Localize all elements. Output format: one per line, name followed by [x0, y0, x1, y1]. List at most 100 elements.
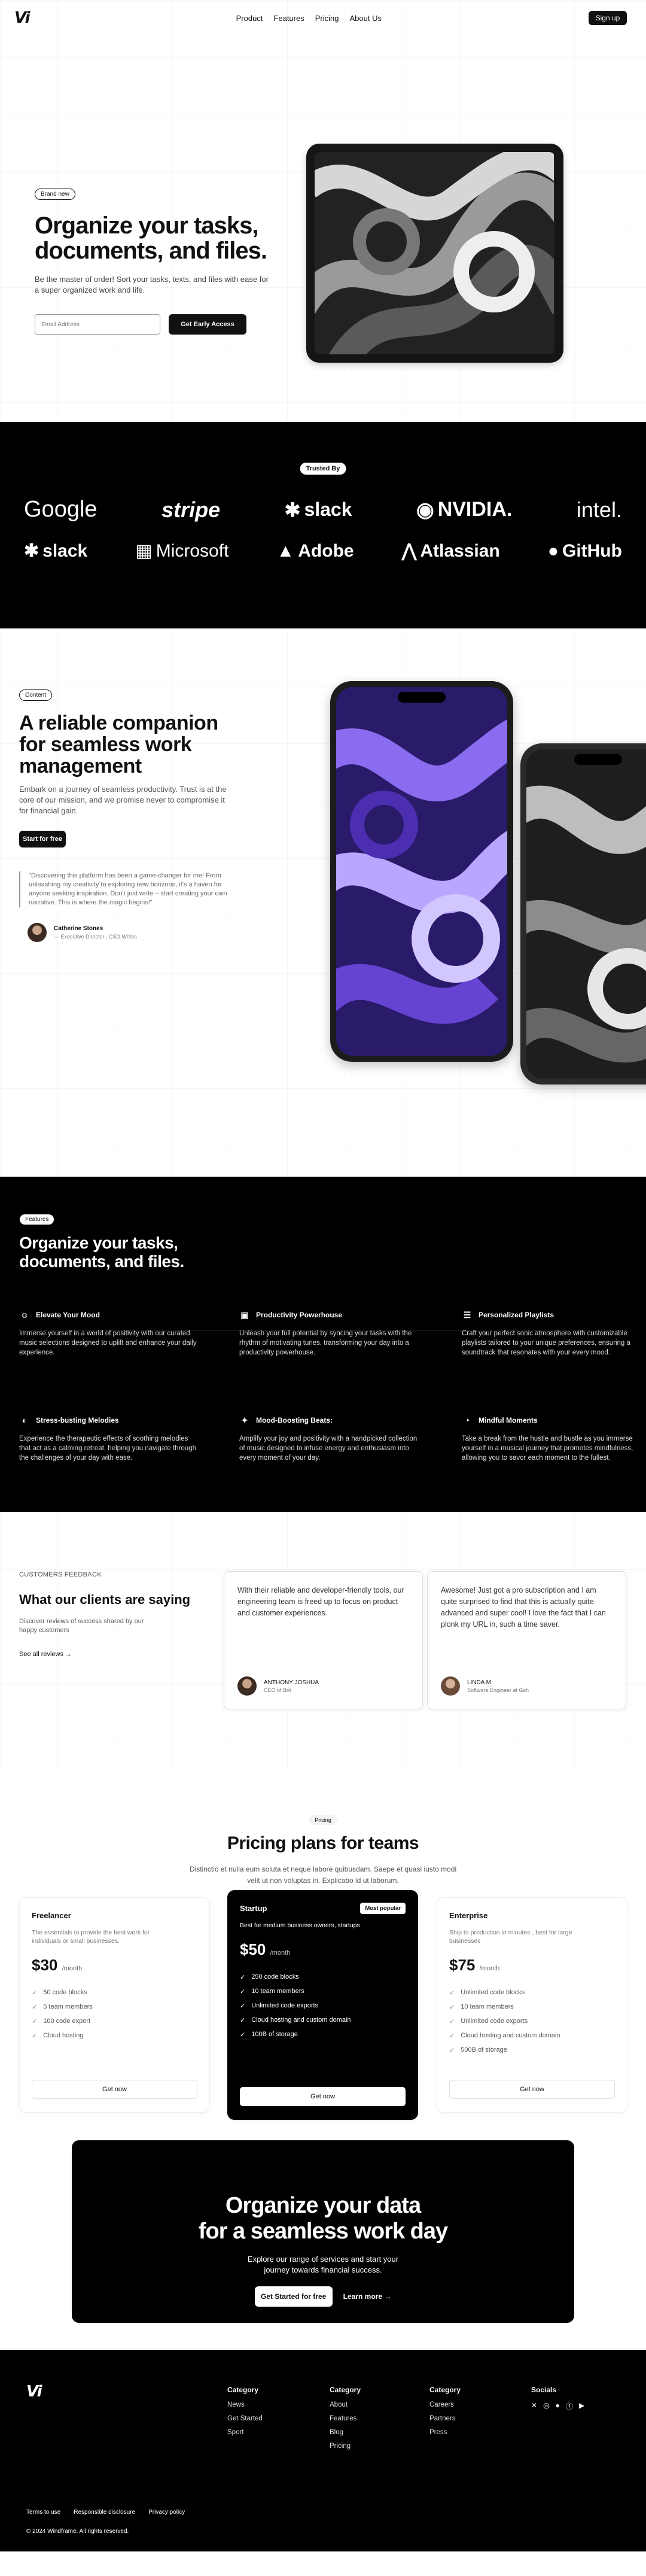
- features-title: Organize your tasks, documents, and file…: [19, 1234, 184, 1271]
- check-icon: ✓: [449, 2046, 455, 2054]
- feature-item: ✦ Mood-Boosting Beats: Amplify your joy a…: [239, 1415, 418, 1462]
- testimonials-description: Discover reviews of success shared by ou…: [19, 1618, 144, 1634]
- nvidia-logo: ◉ NVIDIA.: [416, 498, 513, 521]
- plan-price: $50 /month: [240, 1940, 291, 1958]
- review-card: With their reliable and developer-friend…: [224, 1571, 423, 1709]
- check-icon: ✓: [449, 2003, 455, 2011]
- footer-logo[interactable]: Vi: [26, 2383, 42, 2401]
- phone-image-purple: [330, 681, 513, 1062]
- nav-link-features[interactable]: Features: [273, 14, 304, 23]
- see-all-reviews-link[interactable]: See all reviews →: [19, 1651, 72, 1658]
- pricing-badge: Pricing: [309, 1815, 337, 1825]
- reviewer-role: CEO of Brit: [264, 1687, 291, 1693]
- stripe-logo: stripe: [162, 497, 221, 522]
- plan-features: ✓ Unlimited code blocks ✓ 10 team members …: [449, 1985, 615, 2057]
- footer-link[interactable]: About: [330, 2401, 361, 2415]
- phone-image-gray: [520, 743, 646, 1085]
- plan-card-enterprise: Enterprise Ship to production in minutes…: [437, 1897, 627, 2113]
- feature-item: ◔ Mindful Moments Take a break from the h…: [462, 1415, 633, 1462]
- github-logo: ● GitHub: [547, 540, 622, 561]
- atlassian-icon: ⋀: [401, 541, 417, 561]
- email-input[interactable]: [35, 314, 160, 335]
- logos-row-1: Google stripe ✱ slack ◉ NVIDIA. intel.: [24, 497, 622, 523]
- testimonials-title: What our clients are saying: [19, 1592, 191, 1607]
- playlist-icon: ☰: [463, 1310, 471, 1320]
- start-for-free-button[interactable]: Start for free: [19, 831, 66, 847]
- facebook-icon[interactable]: ⓕ: [566, 2401, 573, 2411]
- nav-link-about[interactable]: About Us: [349, 14, 381, 23]
- signup-button[interactable]: Sign up: [589, 11, 627, 25]
- github-icon[interactable]: ●: [556, 2401, 560, 2411]
- plan-card-freelancer: Freelancer The essentials to provide the…: [19, 1897, 210, 2113]
- footer-link[interactable]: Partners: [429, 2415, 461, 2429]
- footer-link[interactable]: Sport: [227, 2429, 263, 2443]
- footer-link[interactable]: Blog: [330, 2429, 361, 2443]
- plan-feature: ✓ Cloud hosting and custom domain: [240, 2016, 351, 2024]
- microsoft-logo: ▦ Microsoft: [135, 540, 229, 561]
- plan-feature: ✓ 100 code export: [32, 2018, 91, 2025]
- plan-features: ✓ 50 code blocks ✓ 5 team members ✓ 100 cod…: [32, 1985, 197, 2043]
- plan-feature: ✓ Unlimited code exports: [240, 2002, 319, 2010]
- footer-link[interactable]: Pricing: [330, 2443, 361, 2456]
- youtube-icon[interactable]: ▶: [579, 2401, 584, 2411]
- reviewer-name: LINDA M.: [467, 1679, 493, 1686]
- windows-icon: ▦: [135, 541, 153, 561]
- privacy-link[interactable]: Privacy policy: [148, 2509, 185, 2516]
- companion-description: Embark on a journey of seamless producti…: [19, 785, 227, 815]
- adobe-icon: ▲: [276, 540, 295, 561]
- plan-card-startup: Startup Most popular Best for medium bus…: [227, 1890, 418, 2120]
- check-icon: ✓: [240, 2002, 246, 2010]
- pricing-description: Distinctio et nulla eum soluta et neque …: [189, 1865, 457, 1885]
- get-now-button[interactable]: Get now: [240, 2087, 406, 2106]
- review-text: Awesome! Just got a pro subscription and…: [441, 1586, 606, 1629]
- footer-link[interactable]: Press: [429, 2429, 461, 2443]
- terms-link[interactable]: Terms to use: [26, 2509, 60, 2516]
- footer-column: Category News Get Started Sport: [227, 2386, 263, 2443]
- plan-feature: ✓ Cloud hosting and custom domain: [449, 2032, 560, 2040]
- check-icon: ✓: [32, 2003, 38, 2011]
- feature-item: ☰ Personalized Playlists Craft your perfe…: [462, 1310, 630, 1357]
- tablet-image: [306, 144, 563, 363]
- features-badge: Features: [19, 1214, 55, 1225]
- cta-text: Explore our range of services and start …: [247, 2255, 399, 2274]
- check-icon: ✓: [449, 1989, 455, 1997]
- plan-feature: ✓ 10 team members: [449, 2003, 514, 2011]
- google-logo: Google: [24, 497, 97, 522]
- footer-link[interactable]: News: [227, 2401, 263, 2415]
- radio-icon: ▣: [240, 1310, 249, 1320]
- avatar: [441, 1676, 460, 1696]
- check-icon: ✓: [240, 1988, 246, 1995]
- hero-title: Organize your tasks, documents, and file…: [35, 212, 267, 264]
- footer-column: Category About Features Blog Pricing: [330, 2386, 361, 2456]
- check-icon: ✓: [32, 2018, 38, 2025]
- plan-description: Ship to production in minutes , best for…: [449, 1929, 572, 1945]
- get-early-access-button[interactable]: Get Early Access: [169, 314, 246, 335]
- get-now-button[interactable]: Get now: [32, 2080, 197, 2099]
- slack-logo-2: ✱ slack: [24, 540, 88, 561]
- testimonials-section: CUSTOMERS FEEDBACK What our clients are …: [0, 1512, 646, 1769]
- footer-link[interactable]: Get Started: [227, 2415, 263, 2429]
- phone-wallpaper-purple: [336, 687, 507, 1056]
- learn-more-link[interactable]: Learn more →: [343, 2286, 392, 2307]
- footer-link[interactable]: Careers: [429, 2401, 461, 2415]
- check-icon: ✓: [240, 2016, 246, 2024]
- get-now-button[interactable]: Get now: [449, 2080, 615, 2099]
- check-icon: ✓: [449, 2018, 455, 2025]
- nav-link-pricing[interactable]: Pricing: [315, 14, 339, 23]
- nav-link-product[interactable]: Product: [236, 14, 263, 23]
- footer-link[interactable]: Features: [330, 2415, 361, 2429]
- instagram-icon[interactable]: ◎: [543, 2401, 549, 2411]
- logo[interactable]: Vi: [14, 9, 31, 27]
- disclosure-link[interactable]: Responsible disclosure: [74, 2509, 135, 2516]
- reviewer-name: ANTHONY JOSHUA: [264, 1679, 319, 1686]
- timer-icon: ◔: [464, 1415, 470, 1425]
- trusted-badge: Trusted By: [300, 463, 346, 475]
- x-icon[interactable]: ✕: [531, 2401, 537, 2411]
- cta-section: Organize your data for a seamless work da…: [0, 2140, 646, 2350]
- review-card: Awesome! Just got a pro subscription and…: [427, 1571, 626, 1709]
- footer-column: Category Careers Partners Press: [429, 2386, 461, 2443]
- get-started-free-button[interactable]: Get Started for free: [254, 2286, 333, 2307]
- footer-legal-links: Terms to use Responsible disclosure Priv…: [26, 2509, 185, 2516]
- slack-icon: ✱: [24, 541, 39, 561]
- hero-badge: Brand new: [35, 189, 75, 200]
